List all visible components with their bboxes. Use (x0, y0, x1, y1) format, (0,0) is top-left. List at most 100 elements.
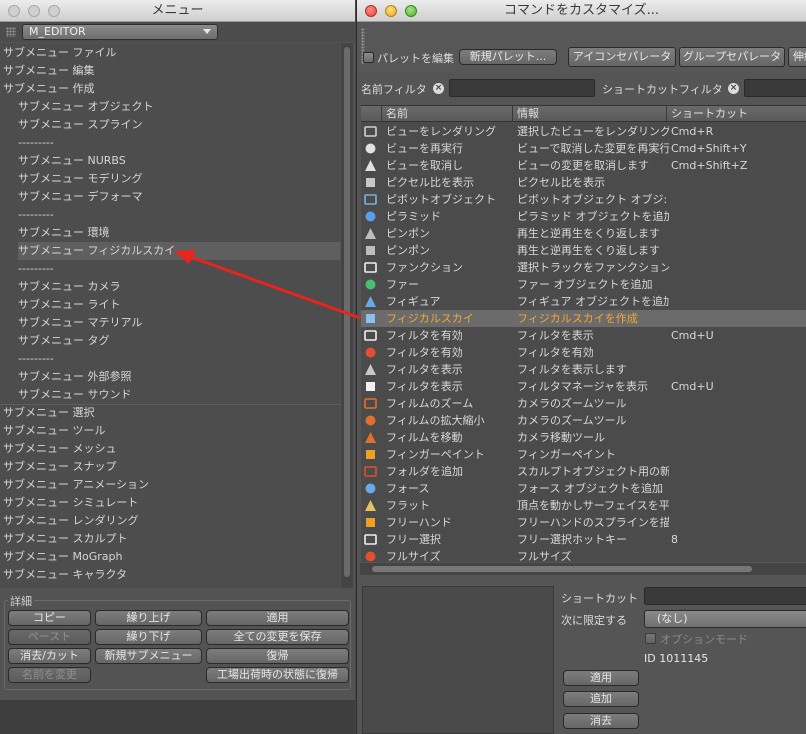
menu-item[interactable]: サブメニュー サウンド (0, 386, 340, 404)
table-row[interactable]: フィルタを有効 フィルタを有効 (361, 344, 806, 361)
menu-item[interactable]: --------- (0, 350, 340, 368)
table-row[interactable]: ピクセル比を表示 ピクセル比を表示 (361, 174, 806, 191)
grip-icon[interactable] (6, 27, 16, 37)
shortcut-add-button[interactable]: 追加 (563, 691, 639, 707)
table-row[interactable]: ビューを取消し ビューの変更を取消します Cmd+Shift+Z (361, 157, 806, 174)
menu-item[interactable]: サブメニュー カメラ (0, 278, 340, 296)
table-horizontal-scrollbar[interactable] (360, 563, 806, 575)
table-row[interactable]: フラット 頂点を動かしサーフェイスを平 (361, 497, 806, 514)
table-row[interactable]: フィルタを表示 フィルタを表示します (361, 361, 806, 378)
table-row[interactable]: フィルムの拡大縮小 カメラのズームツール (361, 412, 806, 429)
table-row[interactable]: フィルムのズーム カメラのズームツール (361, 395, 806, 412)
menu-item[interactable]: サブメニュー MoGraph (0, 548, 340, 566)
option-mode-checkbox[interactable] (645, 633, 656, 644)
menu-tree[interactable]: サブメニュー ファイル サブメニュー 編集 サブメニュー 作成 サブメニュー オブジェ… (0, 43, 340, 588)
table-row[interactable]: フィンガーペイント フィンガーペイント (361, 446, 806, 463)
factory-reset-button[interactable]: 工場出荷時の状態に復帰 (206, 667, 349, 683)
minimize-icon[interactable] (385, 5, 397, 17)
revert-button[interactable]: 復帰 (206, 648, 349, 664)
new-palette-button[interactable]: 新規パレット... (459, 49, 557, 65)
column-name[interactable]: 名前 (382, 106, 513, 122)
menu-item[interactable]: サブメニュー メッシュ (0, 440, 340, 458)
move-down-button[interactable]: 繰り下げ (95, 629, 202, 645)
clear-name-filter-icon[interactable]: × (433, 83, 444, 94)
menu-item[interactable]: サブメニュー デフォーマ (0, 188, 340, 206)
menu-item[interactable]: サブメニュー モデリング (0, 170, 340, 188)
table-row[interactable]: ファー ファー オブジェクトを追加 (361, 276, 806, 293)
table-row[interactable]: フィギュア フィギュア オブジェクトを追加 (361, 293, 806, 310)
restrict-to-dropdown[interactable]: (なし) (644, 610, 806, 628)
shortcut-apply-button[interactable]: 適用 (563, 670, 639, 686)
table-row[interactable]: ファンクション 選択トラックをファンクション (361, 259, 806, 276)
delete-cut-button[interactable]: 消去/カット (8, 648, 91, 664)
column-shortcut[interactable]: ショートカット (667, 106, 806, 122)
paste-button[interactable]: ペースト (8, 629, 91, 645)
menu-scrollbar-thumb[interactable] (344, 47, 350, 577)
icon-separator-button[interactable]: アイコンセパレータ (568, 47, 676, 67)
menu-item[interactable]: サブメニュー スナップ (0, 458, 340, 476)
menu-item[interactable]: サブメニュー オブジェクト (0, 98, 340, 116)
copy-button[interactable]: コピー (8, 610, 91, 626)
menu-item-selected[interactable]: サブメニュー フィジカルスカイ (0, 242, 340, 260)
shortcut-delete-button[interactable]: 消去 (563, 713, 639, 729)
stretch-button[interactable]: 伸縮 (788, 47, 806, 67)
menu-item[interactable]: サブメニュー ツール (0, 422, 340, 440)
menu-item[interactable]: サブメニュー ライト (0, 296, 340, 314)
menu-item[interactable]: --------- (0, 134, 340, 152)
table-row[interactable]: フリーハンド フリーハンドのスプラインを描 (361, 514, 806, 531)
table-row[interactable]: ピンポン 再生と逆再生をくり返します (361, 225, 806, 242)
menu-item[interactable]: サブメニュー 作成 (0, 80, 340, 98)
table-row[interactable]: フィルタを有効 フィルタを表示 Cmd+U (361, 327, 806, 344)
zoom-icon[interactable] (405, 5, 417, 17)
table-row[interactable]: ビューをレンダリング 選択したビューをレンダリング Cmd+R (361, 123, 806, 140)
move-up-button[interactable]: 繰り上げ (95, 610, 202, 626)
close-icon[interactable] (365, 5, 377, 17)
table-row[interactable]: フォルダを追加 スカルプトオブジェクト用の新 (361, 463, 806, 480)
menu-item[interactable]: サブメニュー タグ (0, 332, 340, 350)
clear-shortcut-filter-icon[interactable]: × (728, 83, 739, 94)
table-row[interactable]: ピボットオブジェクト ピボットオブジェクト オブジ: (361, 191, 806, 208)
table-row[interactable]: ピラミッド ピラミッド オブジェクトを追加 (361, 208, 806, 225)
menu-item[interactable]: サブメニュー マテリアル (0, 314, 340, 332)
column-icon[interactable] (361, 106, 382, 122)
shortcut-filter-input[interactable] (744, 79, 806, 97)
menu-item[interactable]: サブメニュー スカルプト (0, 530, 340, 548)
apply-button[interactable]: 適用 (206, 610, 349, 626)
table-row[interactable]: フィルムを移動 カメラ移動ツール (361, 429, 806, 446)
minimize-icon[interactable] (28, 5, 40, 17)
menu-item[interactable]: サブメニュー 編集 (0, 62, 340, 80)
menu-item[interactable]: サブメニュー NURBS (0, 152, 340, 170)
table-row[interactable]: フルサイズ フルサイズ (361, 548, 806, 562)
new-submenu-button[interactable]: 新規サブメニュー (95, 648, 202, 664)
save-all-changes-button[interactable]: 全ての変更を保存 (206, 629, 349, 645)
table-row[interactable]: ピンポン 再生と逆再生をくり返します (361, 242, 806, 259)
table-row[interactable]: フリー選択 フリー選択ホットキー 8 (361, 531, 806, 548)
group-separator-button[interactable]: グループセパレータ (679, 47, 785, 67)
table-row-selected[interactable]: フィジカルスカイ フィジカルスカイを作成 (361, 310, 806, 327)
menu-scrollbar[interactable] (341, 43, 353, 588)
menu-item[interactable]: サブメニュー シミュレート (0, 494, 340, 512)
menu-item[interactable]: サブメニュー キャラクタ (0, 566, 340, 584)
column-info[interactable]: 情報 (513, 106, 667, 122)
menu-item[interactable]: サブメニュー 選択 (0, 404, 340, 422)
menu-item[interactable]: サブメニュー アニメーション (0, 476, 340, 494)
shortcut-input[interactable] (644, 587, 806, 605)
zoom-icon[interactable] (48, 5, 60, 17)
menu-item[interactable]: --------- (0, 206, 340, 224)
menu-item[interactable]: サブメニュー ファイル (0, 44, 340, 62)
rename-button[interactable]: 名前を変更 (8, 667, 91, 683)
table-row[interactable]: フィルタを表示 フィルタマネージャを表示 Cmd+U (361, 378, 806, 395)
name-filter-input[interactable] (449, 79, 595, 97)
close-icon[interactable] (8, 5, 20, 17)
table-row[interactable]: ビューを再実行 ビューで取消した変更を再実行 Cmd+Shift+Y (361, 140, 806, 157)
menu-item[interactable]: サブメニュー スプライン (0, 116, 340, 134)
table-scrollbar-thumb[interactable] (372, 566, 752, 572)
edit-palette-checkbox[interactable] (363, 52, 374, 63)
menu-item[interactable]: サブメニュー レンダリング (0, 512, 340, 530)
command-table[interactable]: 名前 情報 ショートカット ビューをレンダリング 選択したビューをレンダリング Cm… (361, 105, 806, 562)
menu-item[interactable]: --------- (0, 260, 340, 278)
menu-item[interactable]: サブメニュー 外部参照 (0, 368, 340, 386)
table-row[interactable]: フォース フォース オブジェクトを追加 (361, 480, 806, 497)
menu-item[interactable]: サブメニュー 環境 (0, 224, 340, 242)
menu-select-dropdown[interactable]: M_EDITOR (22, 24, 218, 40)
